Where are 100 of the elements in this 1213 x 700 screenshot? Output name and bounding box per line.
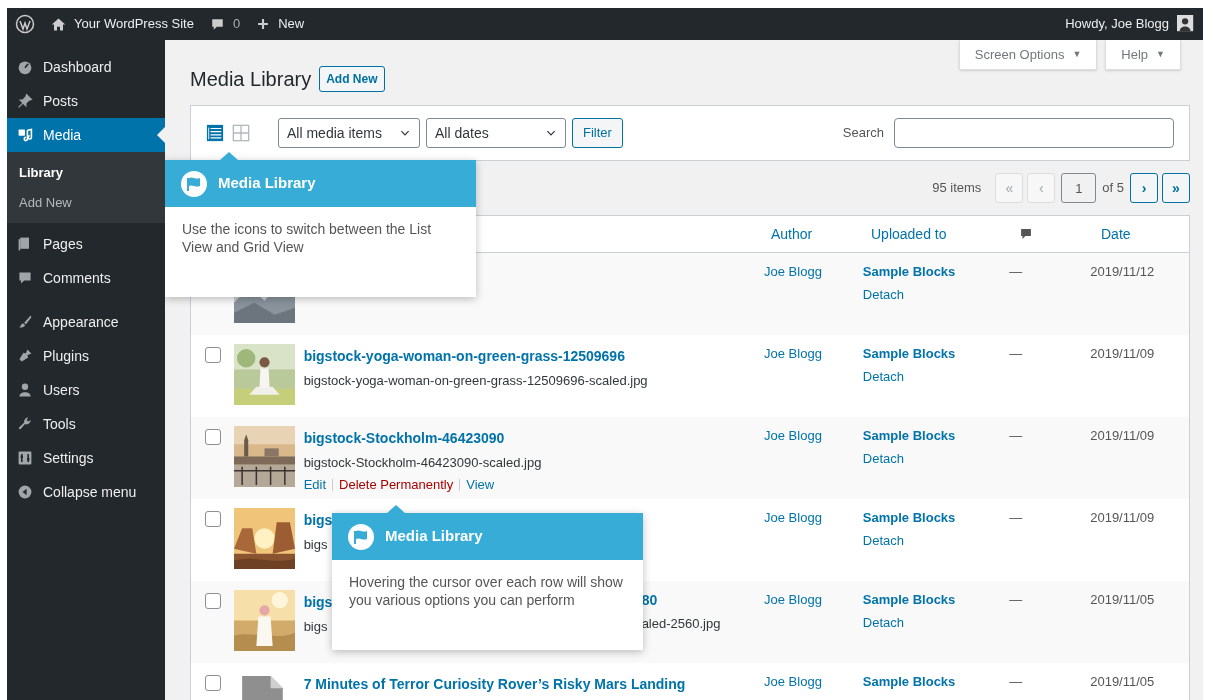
file-name: aled-2560.jpg xyxy=(641,615,721,633)
sidebar-item[interactable]: Tools xyxy=(7,407,165,441)
checkbox[interactable] xyxy=(204,593,221,609)
media-title-link[interactable]: bigstock-Stockholm-46423090 xyxy=(303,430,505,446)
avatar-icon xyxy=(1177,15,1195,33)
checkbox[interactable] xyxy=(204,511,221,527)
sidebar-item[interactable]: Media xyxy=(7,118,165,152)
collapse-icon xyxy=(17,484,33,500)
sortable-column-header[interactable]: Uploaded to xyxy=(871,223,947,245)
file-name: bigs xyxy=(303,537,328,552)
comment-count: — xyxy=(1009,592,1023,607)
filter-dropdown[interactable]: All dates xyxy=(426,118,566,148)
speech-bubble-icon[interactable] xyxy=(1019,227,1033,241)
flag-icon xyxy=(180,169,208,198)
detach-link[interactable]: Detach xyxy=(862,366,905,386)
sidebar-item[interactable]: Appearance xyxy=(7,305,165,339)
sidebar-item[interactable]: Posts xyxy=(7,84,165,118)
file-name: bigs xyxy=(303,619,328,634)
submenu-item[interactable]: Add New xyxy=(7,187,165,217)
sidebar-item[interactable]: Settings xyxy=(7,441,165,475)
file-name: bigstock-yoga-woman-on-green-grass-12509696-scaled.jpg xyxy=(303,373,648,388)
page-total: of 5 xyxy=(1102,179,1124,198)
filter-dropdown[interactable]: All media items xyxy=(278,118,420,148)
user-name-link[interactable]: Joe Blogg xyxy=(764,428,822,443)
date-text: 2019/11/12 xyxy=(1090,264,1155,279)
flag-icon xyxy=(347,522,375,551)
search-label: Search xyxy=(842,124,884,143)
delete-link[interactable]: Delete Permanently xyxy=(339,475,454,495)
tooltip-title: Media Library xyxy=(218,173,316,194)
pagination-button[interactable]: › xyxy=(1130,173,1158,203)
gauge-icon xyxy=(17,59,33,75)
user-name-link[interactable]: Joe Blogg xyxy=(764,674,822,689)
comment-count: — xyxy=(1009,264,1023,279)
user-name-link[interactable]: Joe Blogg xyxy=(764,264,822,279)
screen-meta-button[interactable]: Screen Options ▼ xyxy=(958,40,1098,70)
pushpin-icon xyxy=(17,93,33,109)
user-name-link[interactable]: Joe Blogg xyxy=(764,510,822,525)
parent-post-link[interactable]: Sample Blocks xyxy=(862,262,956,282)
date-text: 2019/11/09 xyxy=(1090,346,1155,361)
pagination-button[interactable]: » xyxy=(1162,173,1190,203)
detach-link[interactable]: Detach xyxy=(862,530,905,550)
user-name-link[interactable]: Joe Blogg xyxy=(764,346,822,361)
detach-link[interactable]: Detach xyxy=(862,448,905,468)
search-field[interactable] xyxy=(894,118,1174,148)
parent-post-link[interactable]: Sample Blocks xyxy=(862,344,956,364)
comment-count: — xyxy=(1009,428,1023,443)
checkbox[interactable] xyxy=(204,429,221,445)
media-title-link[interactable]: 7 Minutes of Terror Curiosity Rover’s Risky Mars Landing xyxy=(303,676,686,692)
date-text: 2019/11/09 xyxy=(1090,510,1155,525)
user-icon xyxy=(17,382,33,398)
add-new-button[interactable]: Add New xyxy=(319,66,385,92)
media-icon xyxy=(17,127,33,143)
comment-count: — xyxy=(1009,510,1023,525)
sidebar-item[interactable]: Pages xyxy=(7,227,165,261)
speech-bubble-icon xyxy=(209,16,225,32)
checkbox[interactable] xyxy=(204,675,221,691)
tooltip-text: Hovering the cursor over each row will show you various options you can perform xyxy=(349,573,624,609)
page-title: Media Library xyxy=(190,67,312,92)
detach-link[interactable]: Detach xyxy=(862,612,905,632)
submenu-item[interactable]: Library xyxy=(7,158,165,188)
comments-link[interactable]: 0 xyxy=(209,14,241,34)
media-title-link[interactable]: bigs xyxy=(303,594,333,610)
grid-view-icon[interactable] xyxy=(232,124,250,142)
sidebar-item[interactable]: Plugins xyxy=(7,339,165,373)
comment-count: — xyxy=(1009,674,1023,689)
sidebar-item[interactable]: Users xyxy=(7,373,165,407)
sidebar-item[interactable]: Comments xyxy=(7,261,165,295)
site-name-link[interactable]: Your WordPress Site xyxy=(51,14,194,34)
page-number-field[interactable]: 1 xyxy=(1061,173,1097,203)
new-link[interactable]: New xyxy=(256,14,305,34)
paintbrush-icon xyxy=(17,314,33,330)
row-action-link[interactable]: Edit xyxy=(303,475,327,495)
parent-post-link[interactable]: Sample Blocks xyxy=(862,590,956,610)
detach-link[interactable]: Detach xyxy=(862,284,905,304)
sortable-column-header[interactable]: Author xyxy=(771,223,813,245)
wordpress-logo-icon[interactable] xyxy=(15,14,35,34)
tooltip-text: Use the icons to switch between the List View and Grid View xyxy=(182,220,433,256)
home-icon xyxy=(51,16,66,32)
user-name-link[interactable]: Joe Blogg xyxy=(764,592,822,607)
sortable-column-header[interactable]: Date xyxy=(1101,223,1131,245)
wrench-icon xyxy=(17,416,33,432)
screen-meta-button[interactable]: Help ▼ xyxy=(1105,40,1181,70)
row-action-link[interactable]: View xyxy=(466,475,495,495)
sidebar-item[interactable]: Dashboard xyxy=(7,50,165,84)
list-view-icon[interactable] xyxy=(206,124,224,142)
speech-bubble-icon xyxy=(17,270,33,286)
plus-icon xyxy=(256,17,271,31)
checkbox[interactable] xyxy=(204,347,221,363)
parent-post-link[interactable]: Sample Blocks xyxy=(862,672,956,692)
date-text: 2019/11/05 xyxy=(1090,592,1155,607)
date-text: 2019/11/05 xyxy=(1090,674,1155,689)
tooltip-title: Media Library xyxy=(385,526,483,547)
parent-post-link[interactable]: Sample Blocks xyxy=(862,508,956,528)
media-title-link[interactable]: 80 xyxy=(641,590,658,611)
filter-button[interactable]: Filter xyxy=(572,118,623,148)
media-title-link[interactable]: bigs xyxy=(303,512,333,528)
account-link[interactable]: Howdy, Joe Blogg xyxy=(1065,14,1195,34)
media-title-link[interactable]: bigstock-yoga-woman-on-green-grass-12509696 xyxy=(303,348,625,364)
collapse-menu-button[interactable]: Collapse menu xyxy=(7,475,165,509)
parent-post-link[interactable]: Sample Blocks xyxy=(862,426,956,446)
